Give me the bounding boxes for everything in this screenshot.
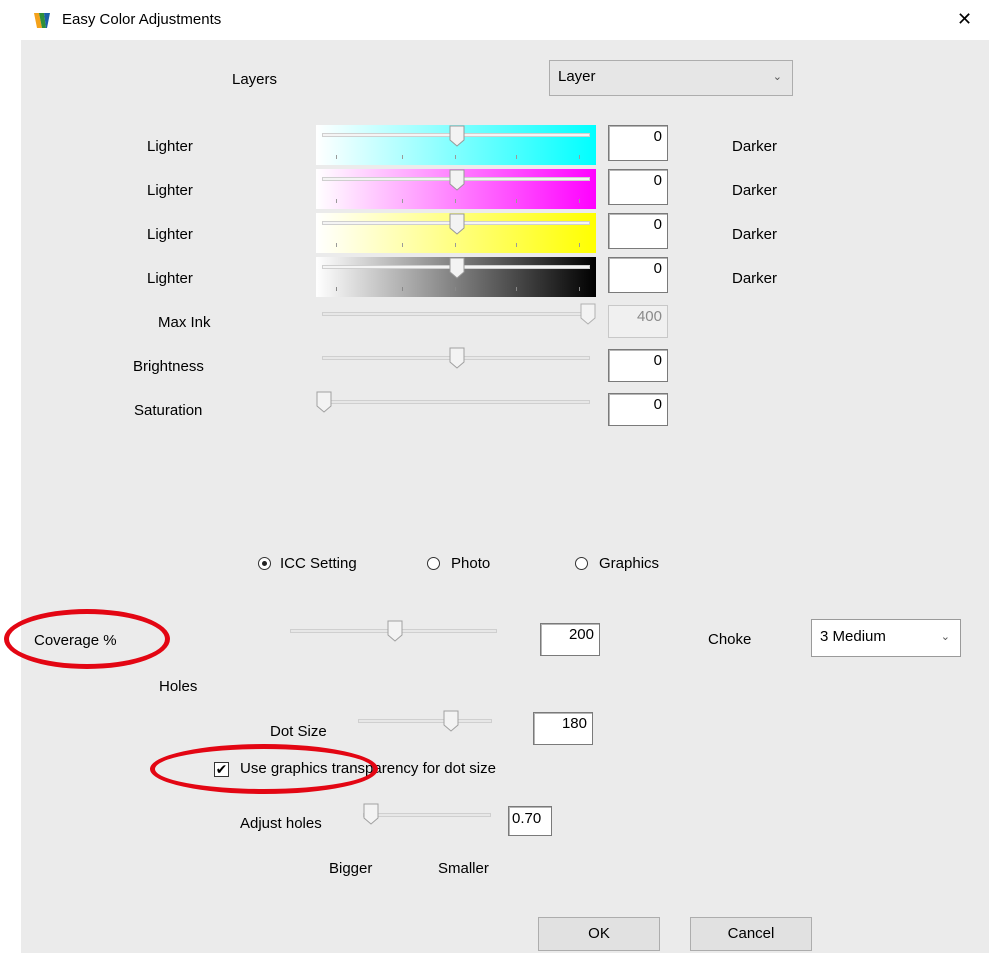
layers-selected: Layer [558, 68, 596, 85]
coverage-highlight-ellipse [4, 609, 170, 669]
cyan-value-field[interactable]: 0 [608, 125, 668, 161]
holes-label: Holes [159, 678, 198, 695]
saturation-slider-thumb[interactable] [316, 391, 332, 413]
magenta-value-field[interactable]: 0 [608, 169, 668, 205]
transparency-highlight-ellipse [150, 744, 378, 794]
magenta-tick [402, 199, 403, 203]
saturation-label: Saturation [134, 402, 203, 419]
cyan-darker-label: Darker [732, 138, 778, 155]
black-slider-thumb[interactable] [449, 257, 465, 279]
adjust-holes-field[interactable]: 0.70 [508, 806, 552, 836]
max-ink-track [322, 312, 590, 316]
magenta-tick [516, 199, 517, 203]
dot-size-track [358, 719, 492, 723]
title-bar: Easy Color Adjustments ✕ [0, 0, 989, 40]
cancel-button[interactable]: Cancel [690, 917, 812, 951]
app-logo-icon [34, 13, 50, 28]
saturation-track [322, 400, 590, 404]
magenta-lighter-label: Lighter [147, 182, 193, 199]
close-icon[interactable]: ✕ [957, 9, 972, 30]
layers-dropdown[interactable]: Layer ⌄ [549, 60, 793, 96]
choke-dropdown[interactable]: 3 Medium ⌄ [811, 619, 961, 657]
black-darker-label: Darker [732, 270, 778, 287]
black-value-field[interactable]: 0 [608, 257, 668, 293]
cyan-tick [336, 155, 337, 159]
brightness-field[interactable]: 0 [608, 349, 668, 382]
brightness-label: Brightness [133, 358, 204, 375]
yellow-value-field[interactable]: 0 [608, 213, 668, 249]
max-ink-field[interactable]: 400 [608, 305, 668, 338]
choke-label: Choke [708, 631, 752, 648]
yellow-tick [402, 243, 403, 247]
black-lighter-label: Lighter [147, 270, 193, 287]
saturation-field[interactable]: 0 [608, 393, 668, 426]
magenta-tick [336, 199, 337, 203]
yellow-tick [579, 243, 580, 247]
cyan-tick [402, 155, 403, 159]
yellow-darker-label: Darker [732, 226, 778, 243]
black-tick [336, 287, 337, 291]
choke-selected: 3 Medium [820, 628, 886, 645]
smaller-label: Smaller [438, 860, 489, 877]
cyan-slider-thumb[interactable] [449, 125, 465, 147]
cyan-tick [579, 155, 580, 159]
chevron-down-icon: ⌄ [940, 631, 950, 643]
cyan-tick [516, 155, 517, 159]
ok-button[interactable]: OK [538, 917, 660, 951]
yellow-lighter-label: Lighter [147, 226, 193, 243]
yellow-tick [336, 243, 337, 247]
photo-label: Photo [451, 555, 491, 572]
magenta-tick [455, 199, 456, 203]
cyan-tick [455, 155, 456, 159]
dot-size-slider-thumb[interactable] [443, 710, 459, 732]
yellow-tick [455, 243, 456, 247]
icc-setting-radio[interactable] [258, 557, 271, 570]
coverage-slider-thumb[interactable] [387, 620, 403, 642]
adjust-holes-track [363, 813, 491, 817]
chevron-down-icon: ⌄ [772, 71, 782, 83]
icc-setting-label: ICC Setting [280, 555, 357, 572]
magenta-darker-label: Darker [732, 182, 778, 199]
magenta-tick [579, 199, 580, 203]
brightness-slider-thumb[interactable] [449, 347, 465, 369]
yellow-tick [516, 243, 517, 247]
graphics-label: Graphics [599, 555, 660, 572]
black-tick [402, 287, 403, 291]
magenta-slider-thumb[interactable] [449, 169, 465, 191]
coverage-field[interactable]: 200 [540, 623, 600, 656]
black-tick [455, 287, 456, 291]
black-tick [579, 287, 580, 291]
yellow-slider-thumb[interactable] [449, 213, 465, 235]
layers-label: Layers [232, 71, 278, 88]
dot-size-field[interactable]: 180 [533, 712, 593, 745]
graphics-radio[interactable] [575, 557, 588, 570]
black-tick [516, 287, 517, 291]
max-ink-slider-thumb[interactable] [580, 303, 596, 325]
window-title: Easy Color Adjustments [62, 11, 222, 28]
adjust-holes-slider-thumb[interactable] [363, 803, 379, 825]
dot-size-label: Dot Size [270, 723, 327, 740]
max-ink-label: Max Ink [158, 314, 211, 331]
bigger-label: Bigger [329, 860, 373, 877]
photo-radio[interactable] [427, 557, 440, 570]
cyan-lighter-label: Lighter [147, 138, 193, 155]
adjust-holes-label: Adjust holes [240, 815, 322, 832]
